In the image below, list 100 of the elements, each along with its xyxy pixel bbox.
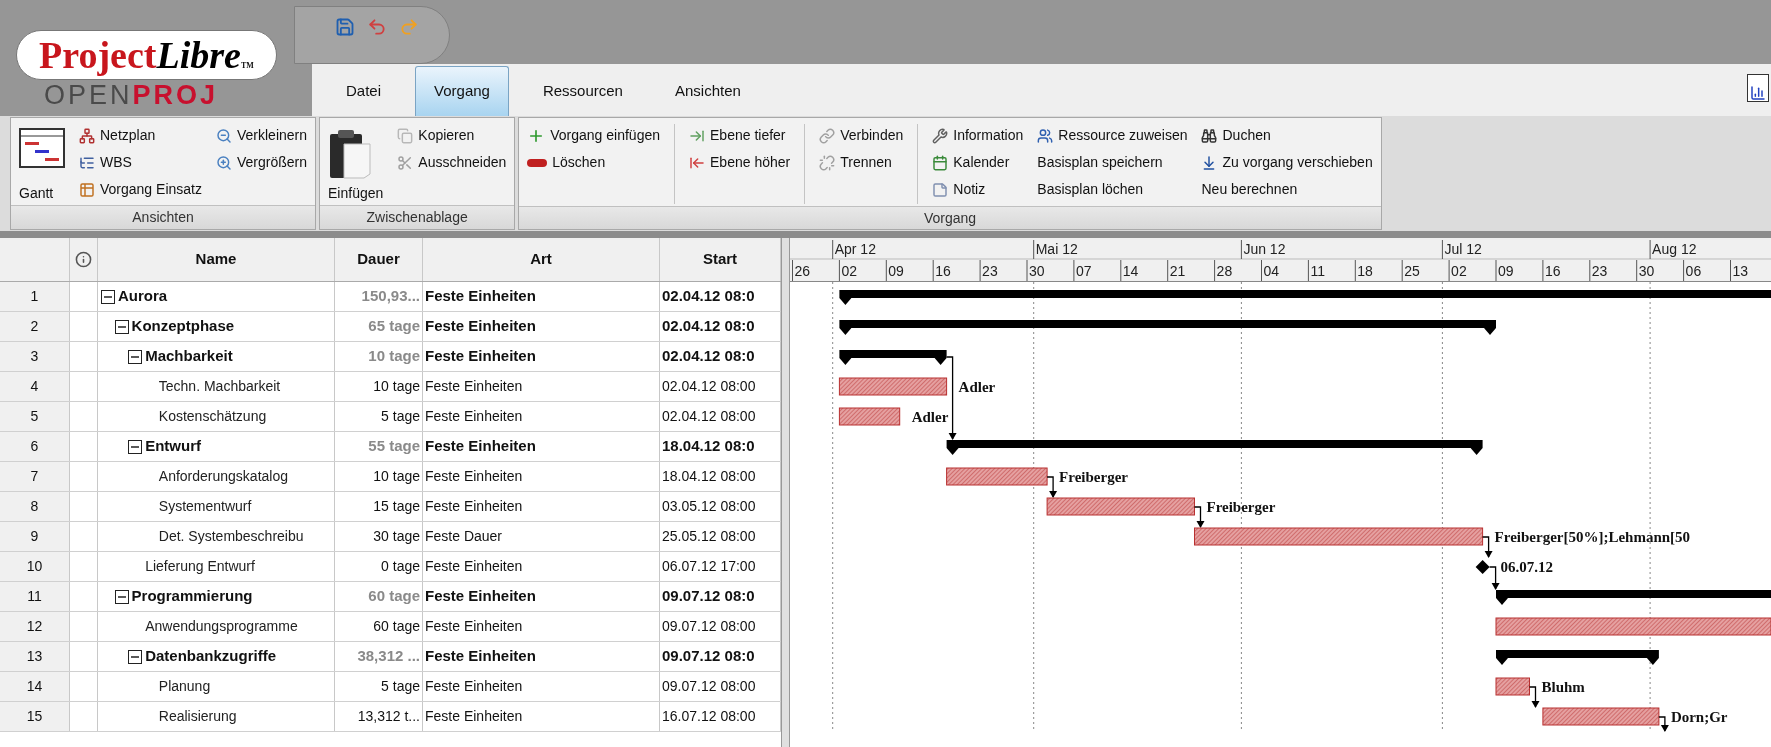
table-cell: 55 tage bbox=[335, 432, 423, 461]
ribbon-button[interactable]: Basisplan speichern bbox=[1037, 149, 1188, 176]
column-header[interactable]: Art bbox=[423, 238, 660, 281]
task-name: Techn. Machbarkeit bbox=[158, 377, 281, 396]
row-number: 12 bbox=[0, 612, 70, 641]
table-cell: Feste Dauer bbox=[423, 522, 660, 551]
ribbon-button[interactable]: Information bbox=[932, 122, 1024, 149]
group-label: Zwischenablage bbox=[320, 205, 515, 229]
resource-label: Freiberger bbox=[1206, 499, 1276, 515]
ribbon-button[interactable]: Zu vorgang verschieben bbox=[1201, 149, 1373, 176]
ribbon-button[interactable]: WBS bbox=[79, 149, 202, 176]
table-cell: Feste Einheiten bbox=[423, 612, 660, 641]
week-label: 21 bbox=[1169, 263, 1186, 279]
ribbon-button[interactable]: Vergrößern bbox=[215, 149, 307, 176]
week-label: 09 bbox=[1498, 263, 1514, 279]
collapse-icon[interactable] bbox=[128, 349, 143, 364]
table-cell: 10 tage bbox=[335, 462, 423, 491]
undo-icon bbox=[367, 17, 387, 37]
row-number: 7 bbox=[0, 462, 70, 491]
table-cell: 13,312 t... bbox=[335, 702, 423, 731]
resource-label: Adler bbox=[911, 409, 949, 425]
users-icon bbox=[1037, 127, 1054, 144]
table-cell: Feste Einheiten bbox=[423, 702, 660, 731]
ribbon-tab[interactable]: Ressourcen bbox=[524, 66, 641, 116]
ribbon-tab[interactable]: Vorgang bbox=[415, 66, 509, 116]
copy-icon bbox=[397, 127, 414, 144]
redo-icon bbox=[399, 17, 419, 37]
milestone-diamond bbox=[1475, 560, 1490, 574]
ribbon-button[interactable]: Gantt bbox=[19, 122, 65, 204]
collapse-icon[interactable] bbox=[114, 319, 129, 334]
collapse-icon[interactable] bbox=[128, 439, 143, 454]
save-button[interactable] bbox=[335, 17, 355, 37]
save-icon bbox=[335, 17, 355, 37]
ribbon-button[interactable]: Einfügen bbox=[328, 122, 384, 204]
ribbon-button[interactable]: Basisplan löchen bbox=[1037, 176, 1188, 203]
table-cell: Feste Einheiten bbox=[423, 582, 660, 611]
ribbon-button[interactable]: Vorgang Einsatz bbox=[79, 176, 202, 203]
task-name: Konzeptphase bbox=[131, 316, 235, 337]
table-cell: Feste Einheiten bbox=[423, 552, 660, 581]
table-icon bbox=[79, 181, 95, 198]
row-number: 5 bbox=[0, 402, 70, 431]
table-cell: Feste Einheiten bbox=[423, 402, 660, 431]
task-name: Programmierung bbox=[131, 586, 253, 607]
task-name: Anwendungsprogramme bbox=[145, 617, 298, 636]
week-label: 02 bbox=[841, 263, 857, 279]
collapse-icon[interactable] bbox=[114, 589, 129, 604]
resource-label: Bluhm bbox=[1541, 679, 1585, 695]
task-bar bbox=[838, 407, 901, 426]
ribbon-button[interactable]: Notiz bbox=[932, 176, 1024, 203]
month-label: Mai 12 bbox=[1035, 241, 1078, 257]
week-label: 02 bbox=[1451, 263, 1467, 279]
ribbon-button[interactable]: Ausschneiden bbox=[397, 149, 507, 176]
gantt-chart-icon bbox=[19, 128, 65, 168]
ribbon-button[interactable]: Ebene höher bbox=[689, 149, 791, 176]
ribbon-button[interactable]: Ressource zuweisen bbox=[1037, 122, 1188, 149]
scissors-icon bbox=[397, 154, 414, 171]
row-number: 11 bbox=[0, 582, 70, 611]
zoom-out-icon bbox=[215, 127, 232, 144]
ribbon-tab[interactable]: Datei bbox=[328, 66, 400, 116]
week-label: 30 bbox=[1029, 263, 1045, 279]
ribbon-button[interactable]: Verbinden bbox=[819, 122, 904, 149]
ribbon-button[interactable]: Verkleinern bbox=[215, 122, 307, 149]
task-name: Systementwurf bbox=[158, 497, 252, 516]
ribbon-button[interactable]: Duchen bbox=[1201, 122, 1373, 149]
ribbon-button[interactable]: Netzplan bbox=[79, 122, 202, 149]
ribbon-button[interactable]: Ebene tiefer bbox=[689, 122, 791, 149]
task-name: Kostenschätzung bbox=[158, 407, 267, 426]
table-cell: 38,312 ... bbox=[335, 642, 423, 671]
collapse-icon[interactable] bbox=[101, 289, 115, 304]
table-cell: 60 tage bbox=[335, 582, 423, 611]
column-header[interactable]: Dauer bbox=[335, 238, 423, 281]
chart-button[interactable] bbox=[1747, 74, 1769, 102]
table-cell: 30 tage bbox=[335, 522, 423, 551]
logo-wordmark: ProjectLibreTM bbox=[39, 36, 254, 74]
resource-label: 06.07.12 bbox=[1500, 559, 1554, 575]
column-header[interactable]: Name bbox=[98, 238, 335, 281]
week-label: 30 bbox=[1638, 263, 1655, 279]
ribbon-button[interactable]: Trennen bbox=[819, 149, 904, 176]
collapse-icon[interactable] bbox=[128, 649, 143, 664]
week-label: 06 bbox=[1685, 263, 1702, 279]
ribbon-button[interactable]: Vorgang einfügen bbox=[527, 122, 660, 149]
resource-label: Freiberger[50%];Lehmann[50 bbox=[1494, 529, 1691, 545]
resource-label: Dorn;Gr bbox=[1670, 709, 1728, 725]
product-wordmark: OPEN PROJ bbox=[44, 82, 219, 109]
table-cell: Feste Einheiten bbox=[423, 432, 660, 461]
row-number: 1 bbox=[0, 282, 70, 311]
group-label: Ansichten bbox=[11, 205, 315, 229]
table-cell: Feste Einheiten bbox=[423, 672, 660, 701]
month-label: Jun 12 bbox=[1243, 241, 1286, 257]
table-cell: 15 tage bbox=[335, 492, 423, 521]
clipboard-icon bbox=[328, 128, 372, 180]
table-cell: Feste Einheiten bbox=[423, 372, 660, 401]
ribbon-button[interactable]: Kopieren bbox=[397, 122, 507, 149]
ribbon-button[interactable]: Kalender bbox=[932, 149, 1024, 176]
ribbon-button[interactable]: Löschen bbox=[527, 149, 660, 176]
task-name: Anforderungskatalog bbox=[158, 467, 288, 486]
table-cell: 0 tage bbox=[335, 552, 423, 581]
ribbon-tab[interactable]: Ansichten bbox=[656, 66, 759, 116]
ribbon-button[interactable]: Neu berechnen bbox=[1201, 176, 1373, 203]
week-label: 11 bbox=[1310, 263, 1325, 279]
